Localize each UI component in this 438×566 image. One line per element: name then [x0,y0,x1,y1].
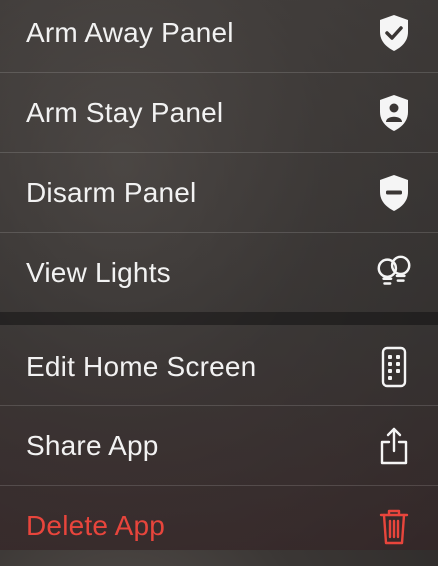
delete-app-item[interactable]: Delete App [0,486,438,566]
disarm-panel-item[interactable]: Disarm Panel [0,153,438,233]
menu-section-separator [0,312,438,325]
edit-home-screen-label: Edit Home Screen [26,351,257,382]
view-lights-label: View Lights [26,257,171,288]
share-app-label: Share App [26,430,159,461]
share-icon [374,426,414,466]
disarm-panel-label: Disarm Panel [26,177,197,208]
view-lights-item[interactable]: View Lights [0,233,438,313]
shield-minus-icon [374,173,414,213]
arm-stay-panel-label: Arm Stay Panel [26,97,224,128]
share-app-item[interactable]: Share App [0,406,438,486]
delete-app-label: Delete App [26,510,165,541]
app-actions-group: Arm Away Panel Arm Stay Panel Disarm Pan… [0,0,438,312]
shield-person-icon [374,93,414,133]
edit-home-screen-item[interactable]: Edit Home Screen [0,327,438,407]
system-actions-group: Edit Home Screen Share App Delete App [0,325,438,550]
shield-check-icon [374,13,414,53]
phone-apps-icon [374,346,414,388]
arm-away-panel-label: Arm Away Panel [26,17,234,48]
arm-stay-panel-item[interactable]: Arm Stay Panel [0,73,438,153]
trash-icon [374,506,414,546]
lightbulbs-icon [374,253,414,293]
arm-away-panel-item[interactable]: Arm Away Panel [0,0,438,73]
